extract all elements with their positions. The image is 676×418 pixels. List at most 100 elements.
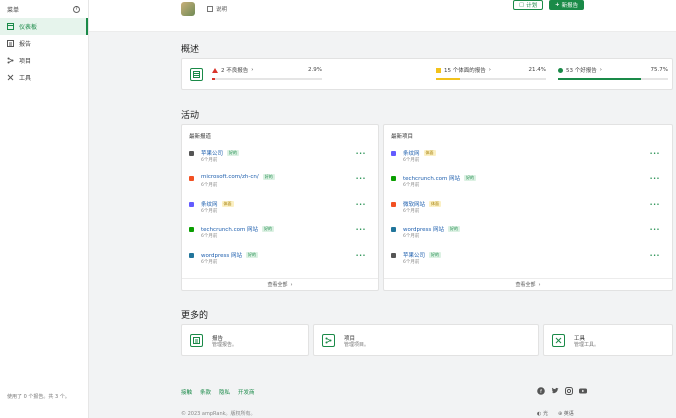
tools-icon xyxy=(552,334,565,347)
view-all-label: 查看全部 xyxy=(267,282,288,288)
item-name: techcrunch.com 网站 xyxy=(403,176,461,183)
favicon-icon xyxy=(391,201,396,207)
plus-icon: + xyxy=(555,2,560,8)
list-item[interactable]: 苹果公司 好的 6个月前 ••• xyxy=(384,249,672,274)
item-link[interactable]: 微软网站 体面 xyxy=(403,200,442,208)
item-name: techcrunch.com 网站 xyxy=(201,227,259,234)
more-options-icon[interactable]: ••• xyxy=(650,253,660,259)
list-item[interactable]: microsoft.com/zh-cn/好的 6个月前 ••• xyxy=(182,172,378,197)
favicon-icon xyxy=(189,201,194,207)
help-icon[interactable]: ? xyxy=(73,5,80,13)
view-all-reports-link[interactable]: 查看全部 › xyxy=(182,278,378,290)
view-all-projects-link[interactable]: 查看全部 › xyxy=(384,278,672,290)
item-link[interactable]: 条纹网 体面 xyxy=(201,200,234,208)
avatar[interactable] xyxy=(181,2,195,16)
overview-label: 53 个好报告 xyxy=(566,68,597,74)
item-link[interactable]: microsoft.com/zh-cn/好的 xyxy=(201,174,275,181)
list-item[interactable]: wordpress 网站 好的 6个月前 ••• xyxy=(384,223,672,248)
overview-card: 2 不良报告 › 2.9% 15 个体面的报告 › 21.4% 53 个好报告 › 7… xyxy=(181,58,673,90)
item-time: 6个月前 xyxy=(201,183,218,189)
facebook-icon[interactable]: f xyxy=(537,387,545,395)
more-options-icon[interactable]: ••• xyxy=(356,151,366,157)
more-options-icon[interactable]: ••• xyxy=(650,151,660,157)
status-badge: 好的 xyxy=(246,251,259,258)
item-time: 6个月前 xyxy=(201,259,218,265)
footer-link-privacy[interactable]: 隐私 xyxy=(219,388,230,396)
list-item[interactable]: 条纹网 体面 6个月前 ••• xyxy=(182,198,378,223)
footer-link-terms[interactable]: 条款 xyxy=(200,388,211,396)
overview-item-good[interactable]: 53 个好报告 › 75.7% xyxy=(558,65,668,85)
language-selector[interactable]: ⊕ 英语 xyxy=(558,410,574,417)
status-badge: 好的 xyxy=(262,226,275,233)
overview-item-decent[interactable]: 15 个体面的报告 › 21.4% xyxy=(436,65,546,85)
sidebar-item-reports[interactable]: 报告 xyxy=(0,35,88,52)
progress-fill xyxy=(436,78,460,80)
sidebar-item-projects[interactable]: 项目 xyxy=(0,52,88,69)
chevron-right-icon: › xyxy=(488,67,491,73)
instagram-icon[interactable] xyxy=(565,387,573,395)
list-item[interactable]: techcrunch.com 网站 好的 6个月前 ••• xyxy=(384,172,672,197)
sidebar-item-tools[interactable]: 工具 xyxy=(0,69,88,86)
footer-link-developers[interactable]: 开发商 xyxy=(238,388,255,396)
more-options-icon[interactable]: ••• xyxy=(650,202,660,208)
item-link[interactable]: techcrunch.com 网站 好的 xyxy=(403,174,477,183)
user-info: 说明 xyxy=(181,2,227,16)
chevron-right-icon: › xyxy=(599,67,602,73)
more-card-reports[interactable]: 报告 管理报告。 xyxy=(181,324,309,356)
list-item[interactable]: techcrunch.com 网站 好的 6个月前 ••• xyxy=(182,223,378,248)
overview-percent: 2.9% xyxy=(308,67,322,73)
top-bar: 说明 ▢ 计划 + 新报告 xyxy=(89,0,676,32)
warning-icon xyxy=(212,67,218,73)
item-link[interactable]: 苹果公司 好的 xyxy=(201,149,240,157)
item-name: 条纹网 xyxy=(201,201,218,208)
overview-title: 概述 xyxy=(181,45,200,55)
more-options-icon[interactable]: ••• xyxy=(356,202,366,208)
chevron-right-icon: › xyxy=(251,67,254,73)
more-card-projects[interactable]: 项目 管理项目。 xyxy=(313,324,539,356)
more-card-desc: 管理项目。 xyxy=(344,342,370,348)
overview-icon xyxy=(190,68,203,81)
latest-projects-list: 条纹网 体面 6个月前 ••• techcrunch.com 网站 好的 6个月前 ••• 微软… xyxy=(384,147,672,274)
calendar-icon xyxy=(207,6,213,12)
progress-bar xyxy=(436,78,546,80)
progress-bar xyxy=(558,78,668,80)
item-time: 6个月前 xyxy=(201,208,218,214)
more-options-icon[interactable]: ••• xyxy=(650,176,660,182)
item-time: 6个月前 xyxy=(201,158,218,163)
item-link[interactable]: 条纹网 体面 xyxy=(403,149,436,157)
new-report-label: 新报告 xyxy=(561,3,579,9)
overview-label: 15 个体面的报告 xyxy=(444,68,486,74)
youtube-icon[interactable] xyxy=(579,387,587,395)
sidebar-title: 菜单 xyxy=(7,6,20,14)
chevron-right-icon: › xyxy=(290,281,293,288)
list-item[interactable]: wordpress 网站 好的 6个月前 ••• xyxy=(182,249,378,274)
list-item[interactable]: 条纹网 体面 6个月前 ••• xyxy=(384,147,672,172)
item-link[interactable]: techcrunch.com 网站 好的 xyxy=(201,225,275,234)
item-time: 6个月前 xyxy=(201,234,218,240)
more-options-icon[interactable]: ••• xyxy=(650,227,660,233)
item-name: 微软网站 xyxy=(403,201,426,208)
status-badge: 好的 xyxy=(464,175,477,182)
item-link[interactable]: 苹果公司 好的 xyxy=(403,251,442,259)
latest-reports-card: 最新报道 苹果公司 好的 6个月前 ••• microsoft.com/zh-cn/好的… xyxy=(181,124,379,291)
user-subtitle: 说明 xyxy=(216,7,228,13)
new-report-button[interactable]: + 新报告 xyxy=(549,0,585,10)
item-name: wordpress 网站 xyxy=(201,252,243,259)
theme-toggle[interactable]: ◐ 光 xyxy=(537,410,548,417)
latest-projects-card: 最新项目 条纹网 体面 6个月前 ••• techcrunch.com 网站 好的 6个月前… xyxy=(383,124,673,291)
list-item[interactable]: 微软网站 体面 6个月前 ••• xyxy=(384,198,672,223)
more-options-icon[interactable]: ••• xyxy=(356,227,366,233)
item-link[interactable]: wordpress 网站 好的 xyxy=(201,251,259,259)
more-options-icon[interactable]: ••• xyxy=(356,176,366,182)
sidebar: 菜单 ? 仪表板 报告 项目 工具 使用了 0 个报告。共 3 个。 xyxy=(0,0,89,418)
footer-link-contact[interactable]: 接触 xyxy=(181,388,192,396)
list-item[interactable]: 苹果公司 好的 6个月前 ••• xyxy=(182,147,378,172)
more-card-tools[interactable]: 工具 管理工具。 xyxy=(543,324,673,356)
overview-item-bad[interactable]: 2 不良报告 › 2.9% xyxy=(212,65,322,85)
main-content: 说明 ▢ 计划 + 新报告 概述 2 不良报告 › 2.9% 15 个体面的报告 ›… xyxy=(89,0,676,418)
twitter-icon[interactable] xyxy=(551,387,559,395)
more-options-icon[interactable]: ••• xyxy=(356,253,366,259)
sidebar-item-dashboard[interactable]: 仪表板 xyxy=(0,18,88,35)
plan-button[interactable]: ▢ 计划 xyxy=(513,0,544,10)
item-link[interactable]: wordpress 网站 好的 xyxy=(403,225,461,233)
